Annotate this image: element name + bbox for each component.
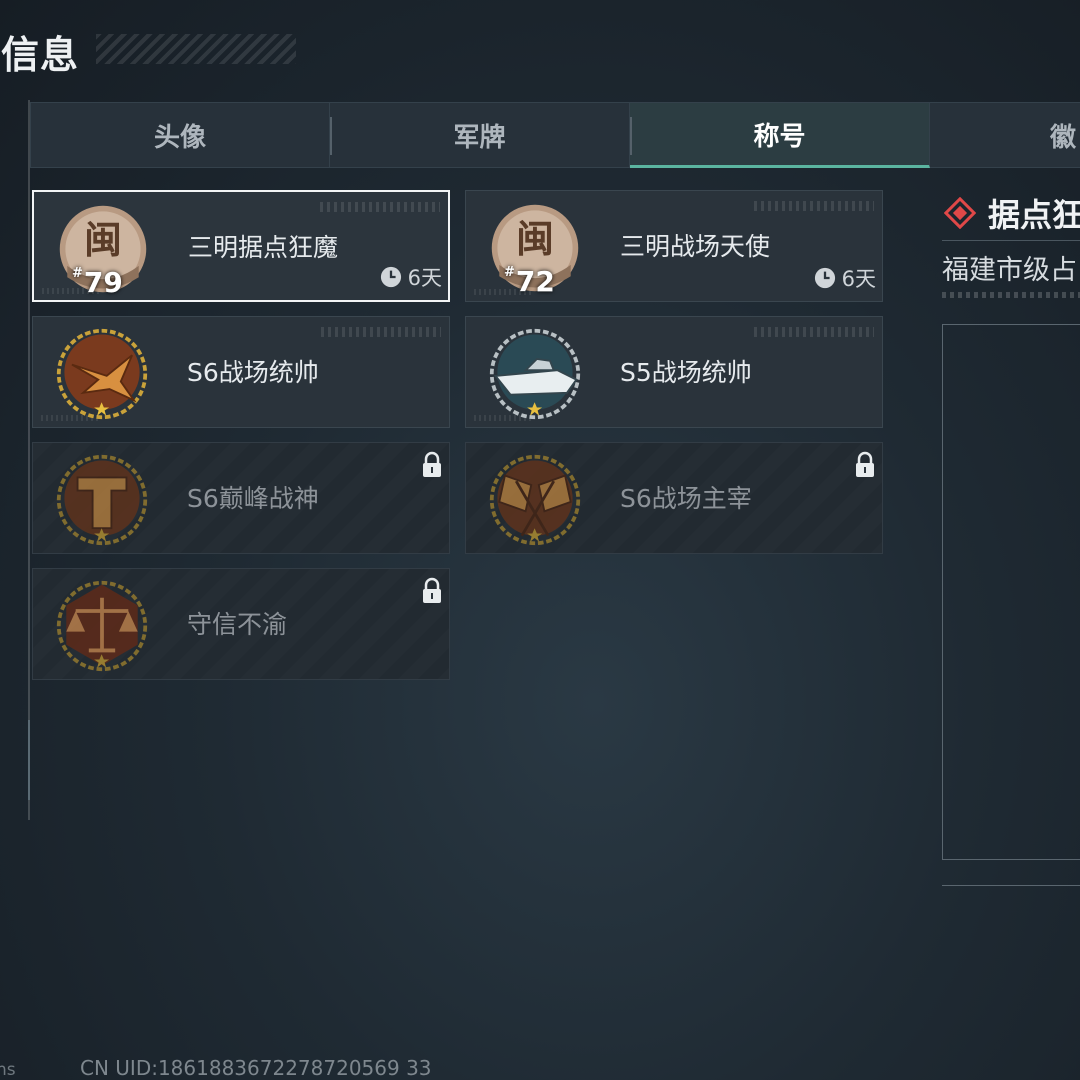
detail-subtitle: 福建市级占	[942, 255, 1077, 286]
detail-preview-frame	[942, 324, 1080, 860]
title-stripe-decoration	[96, 34, 296, 64]
svg-text:闽: 闽	[84, 218, 122, 262]
timer-text: 6天	[841, 267, 876, 291]
title-name: 三明战场天使	[620, 232, 771, 261]
divider	[942, 240, 1080, 241]
lock-icon	[423, 451, 441, 477]
rank-number: #72	[504, 265, 555, 298]
corner-text: ns	[0, 1060, 16, 1080]
crossed-flags-emblem-icon	[489, 454, 581, 546]
title-name: 三明据点狂魔	[188, 233, 339, 262]
title-card-locked[interactable]: S6巅峰战神	[32, 442, 450, 554]
title-card[interactable]: S6战场统帅	[32, 316, 450, 428]
clock-icon	[814, 267, 835, 289]
tab-avatar[interactable]: 头像	[30, 102, 330, 168]
tab-badge[interactable]: 徽	[930, 102, 1080, 168]
card-decoration	[320, 202, 440, 212]
expiry-timer: 6天	[380, 262, 442, 292]
tab-label: 称号	[753, 121, 806, 152]
title-name: S5战场统帅	[620, 358, 752, 387]
title-name: S6巅峰战神	[187, 484, 319, 513]
tab-label: 头像	[153, 122, 206, 153]
tab-bar: 头像 军牌 称号 徽	[30, 102, 1080, 168]
speedboat-emblem-icon	[489, 328, 581, 420]
title-card[interactable]: S5战场统帅	[465, 316, 883, 428]
card-decoration	[754, 327, 874, 337]
lock-icon	[856, 451, 874, 477]
title-card[interactable]: 闽 #72 三明战场天使 6天	[465, 190, 883, 302]
tab-separator	[330, 117, 332, 155]
expiry-timer: 6天	[814, 263, 876, 293]
user-uid: CN UID:1861883672278720569 33	[80, 1056, 432, 1080]
scales-emblem-icon	[56, 580, 148, 672]
tab-dogtag[interactable]: 军牌	[330, 102, 630, 168]
page-header: 色信息	[0, 20, 300, 80]
divider-decoration	[942, 292, 1080, 298]
left-rail-indicator	[28, 720, 30, 800]
title-card-selected[interactable]: 闽 #79 三明据点狂魔 6天	[32, 190, 450, 302]
page-title: 色信息	[0, 33, 80, 77]
detail-title-text: 据点狂	[988, 196, 1080, 234]
timer-text: 6天	[407, 266, 442, 290]
title-name: 守信不渝	[187, 610, 288, 639]
detail-title: 据点狂	[944, 190, 1080, 236]
title-card-locked[interactable]: S6战场主宰	[465, 442, 883, 554]
tab-title[interactable]: 称号	[630, 102, 930, 168]
card-decoration	[754, 201, 874, 211]
t-shield-emblem-icon	[56, 454, 148, 546]
fighter-jet-emblem-icon	[56, 328, 148, 420]
tab-label: 徽	[1050, 122, 1077, 153]
title-name: S6战场主宰	[620, 484, 752, 513]
clock-icon	[380, 266, 401, 288]
svg-text:闽: 闽	[516, 217, 554, 261]
divider	[942, 885, 1080, 886]
diamond-icon	[944, 197, 976, 229]
rank-number: #79	[72, 266, 123, 299]
tab-label: 军牌	[453, 122, 506, 153]
title-name: S6战场统帅	[187, 358, 319, 387]
card-decoration	[321, 327, 441, 337]
tab-separator	[630, 117, 632, 155]
left-rail	[0, 100, 30, 820]
lock-icon	[423, 577, 441, 603]
title-card-locked[interactable]: 守信不渝	[32, 568, 450, 680]
